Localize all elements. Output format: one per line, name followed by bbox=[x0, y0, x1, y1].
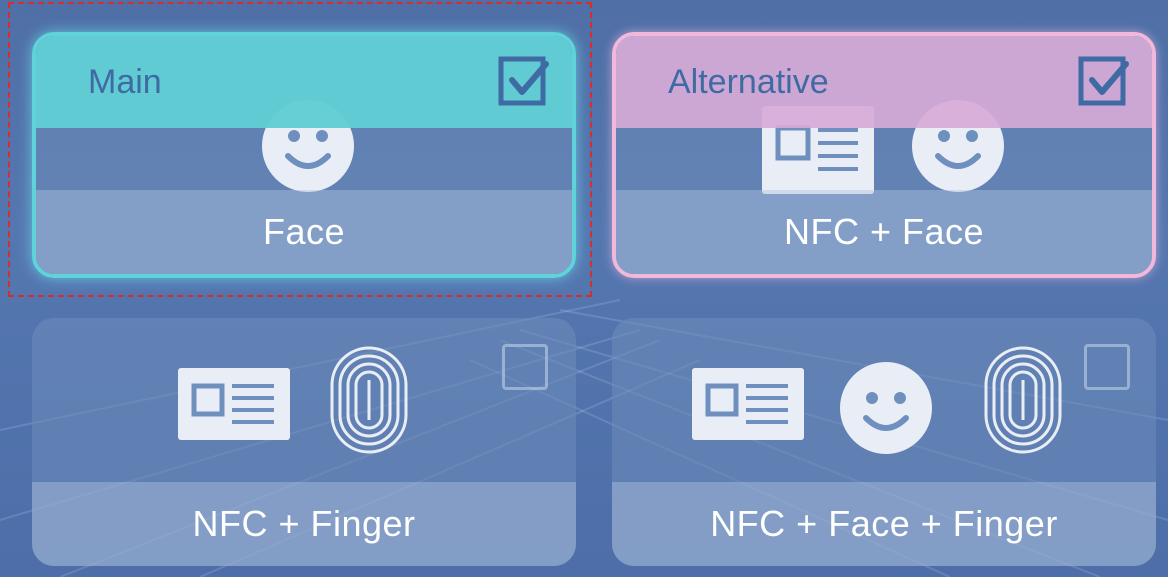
checked-checkbox-icon[interactable] bbox=[498, 56, 550, 108]
tile-label: Face bbox=[36, 190, 572, 274]
face-icon bbox=[840, 362, 932, 454]
role-label: Alternative bbox=[668, 62, 829, 101]
mode-tile-nfc-finger[interactable]: NFC + Finger bbox=[32, 318, 576, 566]
verification-mode-screen: Main Face Alternative NFC + Face NFC + F… bbox=[0, 0, 1168, 577]
tile-label: NFC + Finger bbox=[32, 482, 576, 566]
unchecked-checkbox-icon[interactable] bbox=[1084, 344, 1130, 390]
main-role-header: Main bbox=[36, 36, 572, 128]
mode-tile-nfc-face[interactable]: Alternative NFC + Face bbox=[612, 32, 1156, 278]
nfc-card-icon bbox=[178, 368, 290, 440]
mode-tile-nfc-face-finger[interactable]: NFC + Face + Finger bbox=[612, 318, 1156, 566]
fingerprint-icon bbox=[984, 346, 1062, 454]
unchecked-checkbox-icon[interactable] bbox=[502, 344, 548, 390]
nfc-card-icon bbox=[692, 368, 804, 440]
alternative-role-header: Alternative bbox=[616, 36, 1152, 128]
role-label: Main bbox=[88, 62, 162, 101]
fingerprint-icon bbox=[330, 346, 408, 454]
mode-tile-face[interactable]: Main Face bbox=[32, 32, 576, 278]
tile-label: NFC + Face + Finger bbox=[612, 482, 1156, 566]
tile-label: NFC + Face bbox=[616, 190, 1152, 274]
checked-checkbox-icon[interactable] bbox=[1078, 56, 1130, 108]
